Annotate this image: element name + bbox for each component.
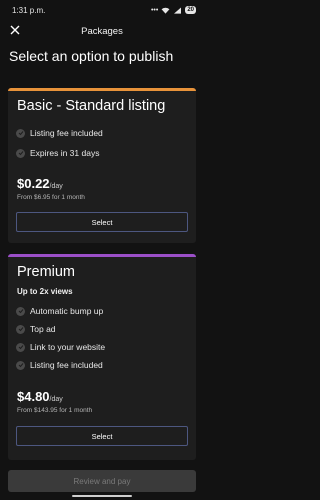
feature-label: Link to your website xyxy=(30,342,106,352)
card-accent-bar xyxy=(8,88,196,91)
package-title: Premium xyxy=(17,264,76,280)
feature-item: Automatic bump up xyxy=(16,306,103,316)
price-detail: From $6.95 for 1 month xyxy=(17,194,85,201)
feature-item: Top ad xyxy=(16,324,56,334)
price: $0.22/day xyxy=(17,175,63,193)
feature-label: Listing fee included xyxy=(30,360,103,370)
page-title: Packages xyxy=(81,25,123,37)
status-icons: ••• 20 xyxy=(151,6,196,14)
feature-item: Listing fee included xyxy=(16,128,103,138)
check-icon xyxy=(16,342,25,352)
review-and-pay-button[interactable]: Review and pay xyxy=(8,470,196,492)
feature-item: Link to your website xyxy=(16,342,105,352)
feature-item: Expires in 31 days xyxy=(16,148,99,158)
wifi-icon xyxy=(161,7,170,14)
top-app-bar: Packages xyxy=(0,20,204,42)
gesture-nav-handle xyxy=(72,495,132,497)
price-amount: $0.22 xyxy=(17,176,50,191)
package-title: Basic - Standard listing xyxy=(17,98,166,114)
price-amount: $4.80 xyxy=(17,389,50,404)
card-accent-bar xyxy=(8,254,196,257)
price-detail: From $143.95 for 1 month xyxy=(17,407,93,414)
feature-label: Expires in 31 days xyxy=(30,148,100,158)
price: $4.80/day xyxy=(17,388,63,406)
package-subtitle: Up to 2x views xyxy=(17,287,73,296)
package-card-basic[interactable]: Basic - Standard listing Listing fee inc… xyxy=(8,88,196,243)
close-icon xyxy=(10,25,20,35)
notification-dots-icon: ••• xyxy=(150,6,159,14)
feature-label: Top ad xyxy=(30,324,56,334)
select-basic-button[interactable]: Select xyxy=(16,212,188,232)
check-icon xyxy=(16,360,25,370)
price-unit: /day xyxy=(49,183,63,190)
feature-label: Automatic bump up xyxy=(30,306,104,316)
check-icon xyxy=(16,324,25,334)
battery-icon: 20 xyxy=(185,6,196,14)
feature-item: Listing fee included xyxy=(16,360,103,370)
package-card-premium[interactable]: Premium Up to 2x views Automatic bump up… xyxy=(8,254,196,460)
check-icon xyxy=(16,148,25,158)
feature-label: Listing fee included xyxy=(30,128,103,138)
check-icon xyxy=(16,128,25,138)
signal-icon xyxy=(174,6,182,14)
check-icon xyxy=(16,306,25,316)
price-unit: /day xyxy=(49,396,63,403)
section-heading: Select an option to publish xyxy=(9,48,174,64)
select-premium-button[interactable]: Select xyxy=(16,426,188,446)
close-button[interactable] xyxy=(8,23,22,37)
status-time: 1:31 p.m. xyxy=(12,5,46,15)
status-bar: 1:31 p.m. ••• 20 xyxy=(0,0,204,20)
